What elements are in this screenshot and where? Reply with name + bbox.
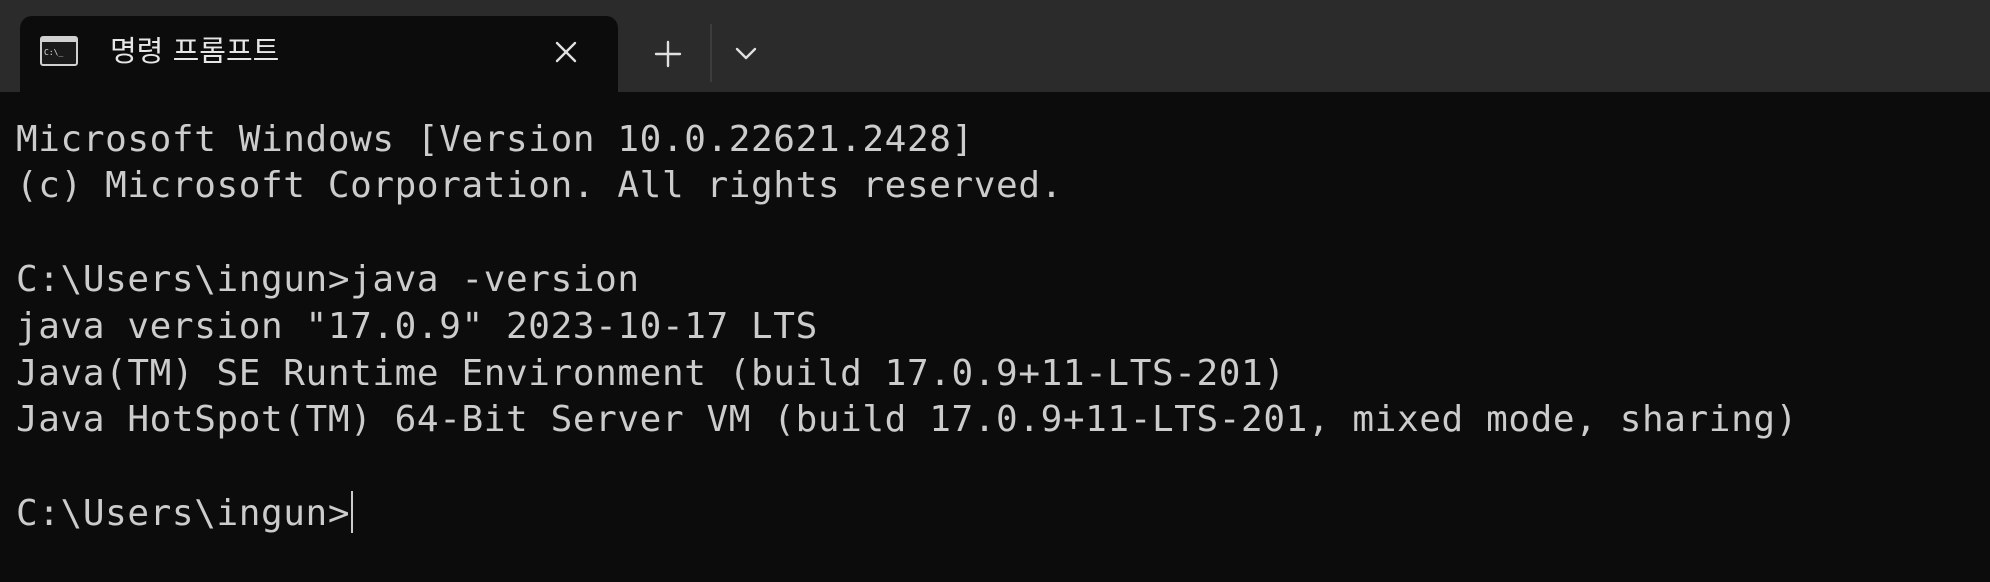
terminal-prompt-line[interactable]: C:\Users\ingun> [16,491,354,536]
plus-icon[interactable] [648,34,688,74]
terminal-line: C:\Users\ingun>java -version [16,259,640,300]
cmd-icon-text: C:\_ [44,48,63,57]
tab-title: 명령 프롬프트 [110,34,280,68]
text-cursor [351,491,354,533]
terminal-line: Java HotSpot(TM) 64-Bit Server VM (build… [16,399,1798,440]
tab-divider [710,24,712,82]
terminal-output[interactable]: Microsoft Windows [Version 10.0.22621.24… [0,92,1990,582]
terminal-line: (c) Microsoft Corporation. All rights re… [16,165,1063,206]
tab-bar: C:\_ 명령 프롬프트 [0,0,1990,92]
chevron-down-icon[interactable] [728,36,764,72]
close-icon[interactable] [550,36,582,68]
terminal-line: java version "17.0.9" 2023-10-17 LTS [16,306,818,347]
terminal-line: Java(TM) SE Runtime Environment (build 1… [16,353,1286,394]
terminal-prompt: C:\Users\ingun> [16,493,351,534]
terminal-window: C:\_ 명령 프롬프트 Microsoft Windows [Version … [0,0,1990,582]
terminal-line: Microsoft Windows [Version 10.0.22621.24… [16,119,974,160]
tab-command-prompt[interactable]: C:\_ 명령 프롬프트 [20,16,618,92]
cmd-console-icon: C:\_ [40,36,78,66]
